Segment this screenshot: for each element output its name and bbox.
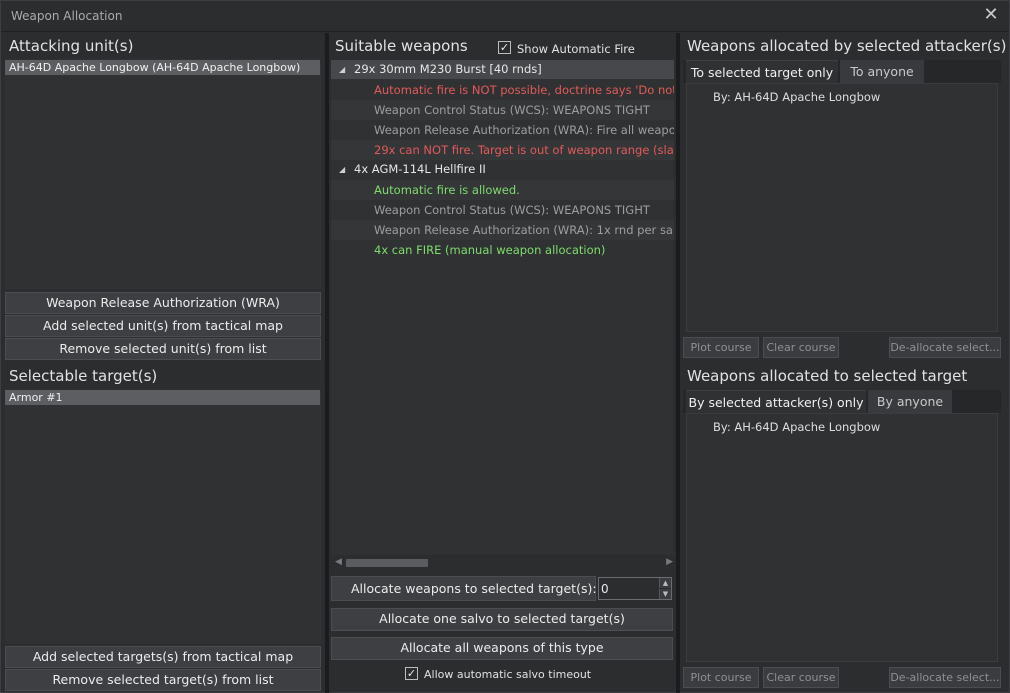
- close-icon[interactable]: ✕: [981, 5, 1001, 25]
- column-divider: [325, 33, 329, 693]
- show-auto-fire-checkbox[interactable]: ✓: [498, 41, 511, 54]
- weapon-status-row: Weapon Control Status (WCS): WEAPONS TIG…: [374, 203, 650, 217]
- list-item[interactable]: AH-64D Apache Longbow (AH-64D Apache Lon…: [5, 60, 320, 75]
- checkbox-checked-icon: ✓: [499, 41, 510, 54]
- salvo-timeout-label: Allow automatic salvo timeout: [424, 668, 592, 681]
- window-title: Weapon Allocation: [11, 9, 123, 23]
- weapon-group-label: 29x 30mm M230 Burst [40 rnds]: [354, 62, 542, 76]
- clear-course-button[interactable]: Clear course: [763, 337, 839, 358]
- allocated-by-attacker-list[interactable]: By: AH-64D Apache Longbow: [686, 83, 998, 332]
- attackers-heading: Attacking unit(s): [9, 37, 134, 55]
- list-item[interactable]: By: AH-64D Apache Longbow: [713, 420, 880, 434]
- wra-button[interactable]: Weapon Release Authorization (WRA): [5, 292, 321, 314]
- column-divider: [676, 33, 680, 693]
- weapons-horizontal-scrollbar[interactable]: ◀ ▶: [334, 557, 674, 569]
- allocate-count-row: Allocate weapons to selected target(s):: [331, 576, 597, 601]
- show-auto-fire-label: Show Automatic Fire: [517, 42, 635, 56]
- add-units-button[interactable]: Add selected unit(s) from tactical map: [5, 315, 321, 337]
- attackers-list[interactable]: AH-64D Apache Longbow (AH-64D Apache Lon…: [5, 59, 321, 289]
- add-targets-button[interactable]: Add selected targets(s) from tactical ma…: [5, 646, 321, 668]
- weapon-status-row: Weapon Release Authorization (WRA): 1x r…: [331, 220, 674, 240]
- weapons-heading: Suitable weapons: [335, 37, 468, 55]
- weapon-allocation-window: Weapon Allocation ✕ Attacking unit(s) AH…: [0, 0, 1010, 693]
- remove-units-button[interactable]: Remove selected unit(s) from list: [5, 338, 321, 360]
- weapon-status-row: Weapon Control Status (WCS): WEAPONS TIG…: [331, 100, 674, 120]
- weapon-group-label: 4x AGM-114L Hellfire II: [354, 162, 486, 176]
- plot-course-button[interactable]: Plot course: [683, 337, 759, 358]
- allocate-count-input[interactable]: [601, 580, 657, 597]
- weapon-status-row: 4x can FIRE (manual weapon allocation): [374, 243, 606, 257]
- collapse-triangle-icon[interactable]: ◢: [339, 160, 345, 179]
- scrollbar-thumb[interactable]: [346, 559, 428, 567]
- tab-by-selected-attacker-only[interactable]: By selected attacker(s) only: [686, 390, 866, 413]
- clear-course-button[interactable]: Clear course: [763, 667, 839, 688]
- weapon-group[interactable]: ◢ 29x 30mm M230 Burst [40 rnds]: [331, 60, 674, 79]
- collapse-triangle-icon[interactable]: ◢: [339, 60, 345, 79]
- title-bar: Weapon Allocation ✕: [1, 1, 1009, 32]
- weapon-status-row: Automatic fire is allowed.: [331, 180, 674, 200]
- allocate-all-weapons-button[interactable]: Allocate all weapons of this type: [331, 637, 673, 660]
- weapon-group[interactable]: ◢ 4x AGM-114L Hellfire II: [331, 160, 674, 179]
- tab-to-selected-target-only[interactable]: To selected target only: [686, 60, 838, 83]
- remove-targets-button[interactable]: Remove selected target(s) from list: [5, 669, 321, 691]
- spin-down-icon[interactable]: ▼: [659, 589, 671, 599]
- weapon-status-row: Automatic fire is NOT possible, doctrine…: [374, 83, 674, 97]
- allocate-one-salvo-button[interactable]: Allocate one salvo to selected target(s): [331, 608, 673, 631]
- plot-course-button[interactable]: Plot course: [683, 667, 759, 688]
- allocated-to-target-list[interactable]: By: AH-64D Apache Longbow: [686, 413, 998, 662]
- tab-by-anyone[interactable]: By anyone: [868, 390, 952, 413]
- allocate-count-label: Allocate weapons to selected target(s):: [351, 581, 597, 596]
- weapon-status-row: 29x can NOT fire. Target is out of weapo…: [331, 140, 674, 160]
- tab-to-anyone[interactable]: To anyone: [840, 60, 924, 83]
- weapons-tree[interactable]: ◢ 29x 30mm M230 Burst [40 rnds] Automati…: [331, 60, 674, 555]
- targets-heading: Selectable target(s): [9, 367, 158, 385]
- allocated-by-attacker-heading: Weapons allocated by selected attacker(s…: [687, 37, 1007, 55]
- allocate-count-stepper[interactable]: ▲ ▼: [598, 577, 672, 600]
- allocated-to-target-heading: Weapons allocated to selected target: [687, 367, 968, 385]
- salvo-timeout-checkbox[interactable]: ✓: [405, 667, 418, 680]
- allocated-by-attacker-tabs: To selected target only To anyone: [683, 60, 1001, 83]
- deallocate-selected-button[interactable]: De-allocate select...: [889, 667, 1001, 688]
- checkbox-checked-icon: ✓: [406, 667, 417, 680]
- scroll-right-icon[interactable]: ▶: [666, 557, 673, 567]
- allocated-to-target-tabs: By selected attacker(s) only By anyone: [683, 390, 1001, 413]
- targets-list[interactable]: Armor #1: [5, 389, 321, 644]
- scroll-left-icon[interactable]: ◀: [335, 557, 342, 567]
- spin-up-icon[interactable]: ▲: [659, 578, 671, 588]
- list-item[interactable]: Armor #1: [5, 390, 320, 405]
- deallocate-selected-button[interactable]: De-allocate select...: [889, 337, 1001, 358]
- list-item[interactable]: By: AH-64D Apache Longbow: [713, 90, 880, 104]
- weapon-status-row: Weapon Release Authorization (WRA): Fire…: [374, 123, 674, 137]
